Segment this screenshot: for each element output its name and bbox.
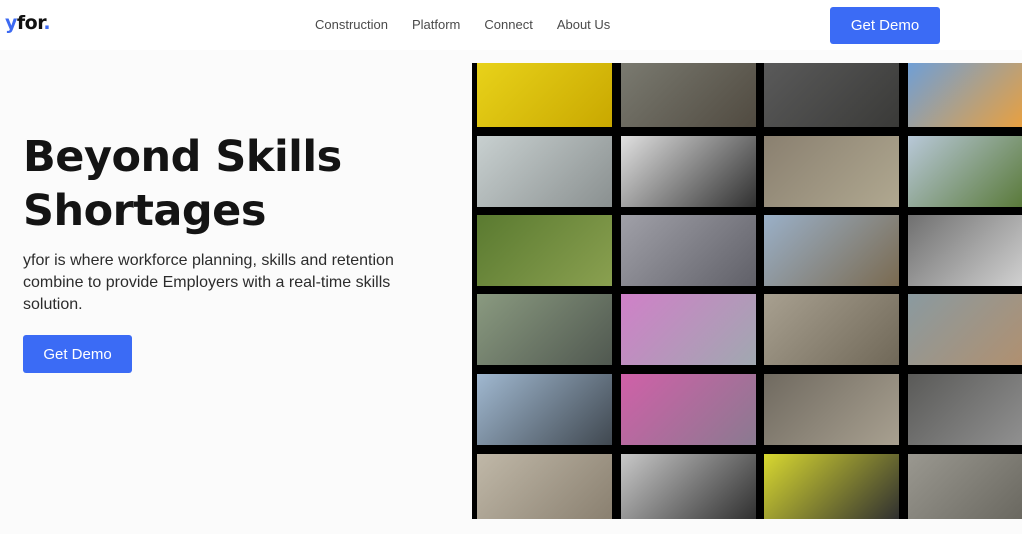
- nav-menu: Construction Platform Connect About Us: [315, 17, 634, 32]
- nav-get-demo-button[interactable]: Get Demo: [830, 7, 940, 44]
- video-tile-warehouse-with-sacks: [477, 454, 612, 519]
- video-tile-pipeline-construction-field: [764, 215, 899, 286]
- video-tile-concrete-pouring: [764, 136, 899, 207]
- nav-link-about-us[interactable]: About Us: [557, 17, 610, 32]
- top-navbar: yfor. Construction Platform Connect Abou…: [0, 0, 1022, 50]
- video-tile-wind-turbine: [908, 136, 1022, 207]
- nav-link-connect[interactable]: Connect: [484, 17, 532, 32]
- video-tile-textile-spools-machine: [621, 136, 756, 207]
- hero-description: yfor is where workforce planning, skills…: [23, 252, 394, 313]
- video-tile-pink-pills-packaging: [621, 374, 756, 445]
- video-tile-hands-with-tools: [764, 374, 899, 445]
- video-tile-worker-paving-asphalt: [764, 63, 899, 127]
- hero-get-demo-button[interactable]: Get Demo: [23, 335, 132, 373]
- hero-content: Beyond Skills Shortages yfor is where wor…: [23, 130, 463, 373]
- video-tile-plasterer-on-wall: [908, 294, 1022, 365]
- video-tile-pharmaceutical-machine: [621, 215, 756, 286]
- video-grid: [472, 63, 1022, 519]
- video-tile-worker-in-hi-vis-vest: [764, 454, 899, 519]
- video-tile-yellow-bottles-production-line: [477, 63, 612, 127]
- video-tile-trees-and-foliage: [477, 215, 612, 286]
- video-tile-pink-liquid-bottles: [621, 294, 756, 365]
- nav-link-construction[interactable]: Construction: [315, 17, 388, 32]
- logo-dot: .: [43, 12, 51, 34]
- video-tile-road-worker-with-jackhammer: [621, 63, 756, 127]
- logo-text: for: [16, 12, 44, 34]
- video-tile-engineers-in-hard-hats: [908, 63, 1022, 127]
- video-tile-worker-with-drill: [908, 374, 1022, 445]
- yfor-logo[interactable]: yfor.: [5, 12, 51, 34]
- logo-y: y: [5, 12, 17, 34]
- nav-link-platform[interactable]: Platform: [412, 17, 460, 32]
- video-tile-glass-sphere-close-up: [477, 294, 612, 365]
- video-tile-car-part-assembly: [621, 454, 756, 519]
- hero-title-line-2: Shortages: [23, 186, 266, 236]
- video-tile-oil-pump-jack: [477, 374, 612, 445]
- video-tile-machine-gears: [764, 294, 899, 365]
- hero-title: Beyond Skills Shortages: [23, 130, 463, 238]
- video-tile-industrial-machinery: [908, 215, 1022, 286]
- video-tile-concrete-ground: [908, 454, 1022, 519]
- hero-title-line-1: Beyond Skills: [23, 132, 342, 182]
- video-tile-printing-machine: [477, 136, 612, 207]
